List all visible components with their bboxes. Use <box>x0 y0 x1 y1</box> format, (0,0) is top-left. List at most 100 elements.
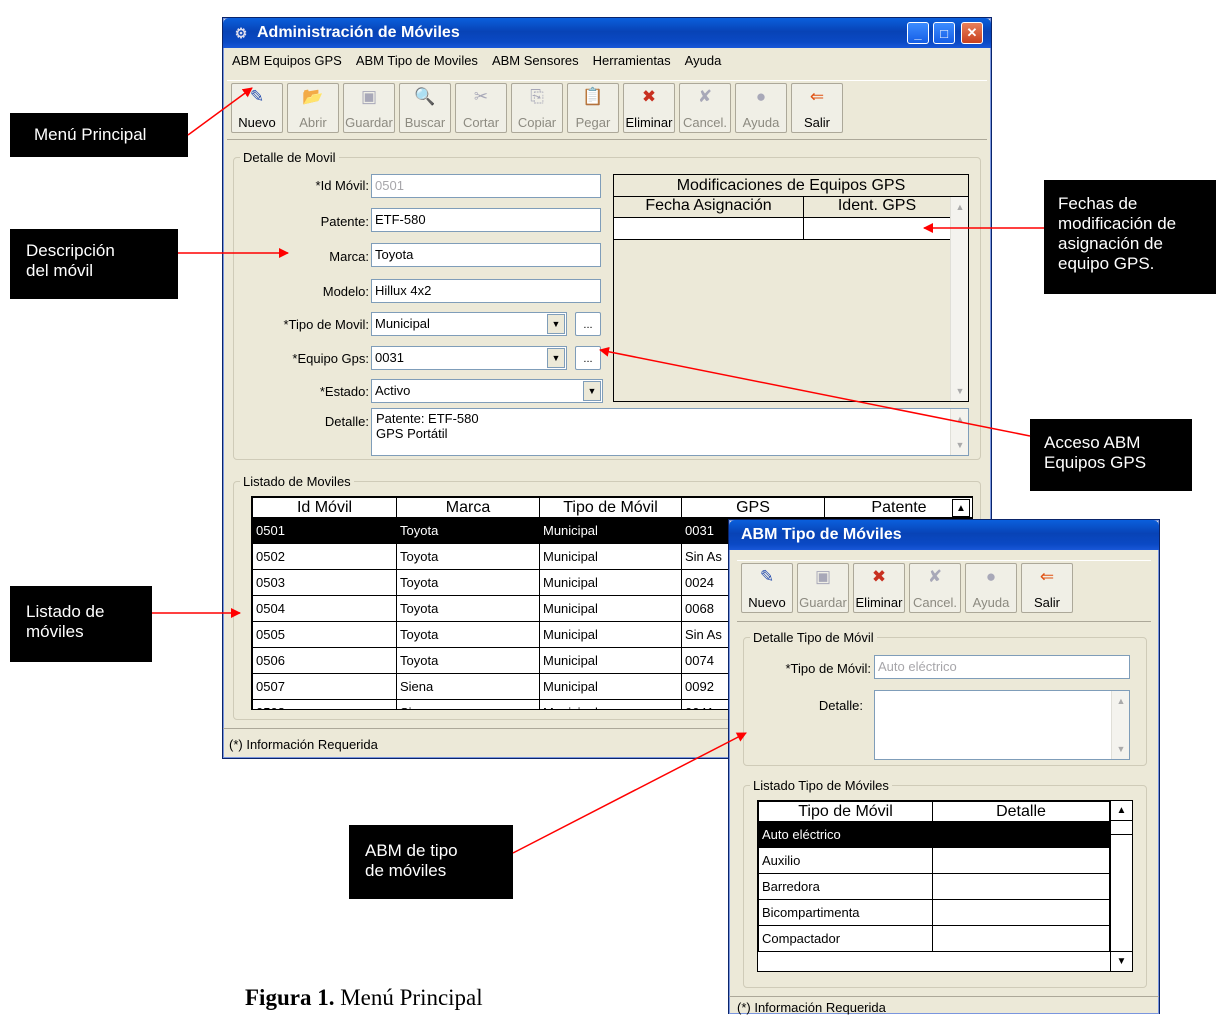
buscar-button[interactable]: 🔍 Buscar <box>399 83 451 133</box>
tipo-titlebar[interactable]: ABM Tipo de Móviles <box>729 520 1159 550</box>
scroll-down-icon[interactable]: ▼ <box>1113 741 1129 757</box>
guardar-button[interactable]: ▣ Guardar <box>797 563 849 613</box>
figure-caption: Figura 1. Menú Principal <box>245 985 483 1011</box>
chevron-down-icon[interactable]: ▼ <box>547 314 565 334</box>
equipo-gps-select[interactable]: 0031 ▼ <box>371 346 567 370</box>
marca-input[interactable]: Toyota <box>371 243 601 267</box>
modelo-input[interactable]: Hillux 4x2 <box>371 279 601 303</box>
menu-item-abm-tipo-de-moviles[interactable]: ABM Tipo de Moviles <box>349 53 485 68</box>
close-button[interactable]: ✕ <box>961 22 983 44</box>
gps-mods-row[interactable] <box>614 218 950 240</box>
id-movil-input[interactable]: 0501 <box>371 174 601 198</box>
paste-icon: 📋 <box>582 87 604 106</box>
table-row[interactable]: Barredora <box>758 873 1110 900</box>
col-ident-gps[interactable]: Ident. GPS <box>804 197 950 217</box>
callout-text: equipo GPS. <box>1058 254 1155 273</box>
column-header-tipo-de-movil[interactable]: Tipo de Móvil <box>758 801 933 822</box>
gps-mods-header: Fecha Asignación Ident. GPS <box>614 197 968 218</box>
minimize-button[interactable]: _ <box>907 22 929 44</box>
nuevo-button[interactable]: ✎ Nuevo <box>741 563 793 613</box>
eliminar-button[interactable]: ✖ Eliminar <box>623 83 675 133</box>
save-icon: ▣ <box>814 567 832 586</box>
chevron-down-icon[interactable]: ▼ <box>583 381 601 401</box>
caption-label: Figura 1. <box>245 985 335 1010</box>
tipo-window: ABM Tipo de Móviles ✎ Nuevo ▣ Guardar ✖ Elimi… <box>728 519 1160 1015</box>
eliminar-button[interactable]: ✖ Eliminar <box>853 563 905 613</box>
scroll-down-icon[interactable]: ▼ <box>952 437 968 453</box>
salir-button[interactable]: ⇐ Salir <box>1021 563 1073 613</box>
table-cell: Municipal <box>539 699 682 709</box>
col-fecha-asignacion[interactable]: Fecha Asignación <box>614 197 804 217</box>
toolbar-label: Ayuda <box>742 115 780 130</box>
menu-item-abm-equipos-gps[interactable]: ABM Equipos GPS <box>225 53 349 68</box>
column-header-id-movil[interactable]: Id Móvil <box>252 497 397 518</box>
menu-item-herramientas[interactable]: Herramientas <box>586 53 678 68</box>
tipo-detalle-textarea[interactable]: ▲ ▼ <box>874 690 1130 760</box>
ayuda-button[interactable]: ● Ayuda <box>735 83 787 133</box>
scroll-down-icon[interactable]: ▼ <box>1111 951 1132 971</box>
caption-text: Menú Principal <box>340 985 483 1010</box>
abrir-button[interactable]: 📂 Abrir <box>287 83 339 133</box>
detalle-label: Detalle: <box>324 414 369 429</box>
column-header-tipo-de-movil[interactable]: Tipo de Móvil <box>539 497 682 518</box>
cancel-button[interactable]: ✘ Cancel. <box>679 83 731 133</box>
pegar-button[interactable]: 📋 Pegar <box>567 83 619 133</box>
maximize-button[interactable]: □ <box>933 22 955 44</box>
table-cell: Municipal <box>539 595 682 622</box>
cortar-button[interactable]: ✂ Cortar <box>455 83 507 133</box>
chevron-down-icon[interactable]: ▼ <box>547 348 565 368</box>
copiar-button[interactable]: ⎘ Copiar <box>511 83 563 133</box>
ayuda-button[interactable]: ● Ayuda <box>965 563 1017 613</box>
table-cell: Toyota <box>396 595 540 622</box>
nuevo-button[interactable]: ✎ Nuevo <box>231 83 283 133</box>
tipo-movil-input[interactable]: Auto eléctrico <box>874 655 1130 679</box>
table-row[interactable]: Auxilio <box>758 847 1110 874</box>
table-cell <box>932 821 1110 848</box>
equipo-gps-label: *Equipo Gps: <box>292 351 369 366</box>
scroll-thumb[interactable] <box>1111 821 1132 835</box>
detalle-textarea[interactable]: Patente: ETF-580 GPS Portátil ▲ ▼ <box>371 408 969 456</box>
menu-item-ayuda[interactable]: Ayuda <box>678 53 729 68</box>
column-header-detalle[interactable]: Detalle <box>932 801 1110 822</box>
cancel-button[interactable]: ✘ Cancel. <box>909 563 961 613</box>
table-row[interactable]: Bicompartimenta <box>758 899 1110 926</box>
scroll-up-icon[interactable]: ▲ <box>952 199 968 215</box>
tipo-detalle-scrollbar[interactable]: ▲ ▼ <box>1111 691 1129 759</box>
equipo-gps-browse-button[interactable]: ... <box>575 346 601 370</box>
patente-input[interactable]: ETF-580 <box>371 208 601 232</box>
open-icon: 📂 <box>302 87 324 106</box>
menu-item-abm-sensores[interactable]: ABM Sensores <box>485 53 586 68</box>
scroll-up-icon[interactable]: ▲ <box>1113 693 1129 709</box>
scroll-up-icon[interactable]: ▲ <box>1111 801 1132 821</box>
tipo-movil-browse-button[interactable]: ... <box>575 312 601 336</box>
main-titlebar[interactable]: ⚙ Administración de Móviles _ □ ✕ <box>223 18 991 48</box>
new-icon: ✎ <box>249 87 265 106</box>
gps-mods-scrollbar[interactable]: ▲ ▼ <box>950 197 968 401</box>
delete-icon: ✖ <box>871 567 887 586</box>
moviles-scroll-up-icon[interactable]: ▲ <box>952 499 970 517</box>
tipo-scrollbar[interactable]: ▲ ▼ <box>1110 801 1132 971</box>
table-cell: 0502 <box>252 543 397 570</box>
tipo-movil-label: *Tipo de Movil: <box>283 317 370 332</box>
listado-tipo-legend: Listado Tipo de Móviles <box>753 778 889 793</box>
table-row[interactable]: Compactador <box>758 925 1110 952</box>
table-cell: Toyota <box>396 621 540 648</box>
estado-select[interactable]: Activo ▼ <box>371 379 603 403</box>
table-cell: Compactador <box>758 925 933 952</box>
column-header-marca[interactable]: Marca <box>396 497 540 518</box>
callout-descripcion: Descripción del móvil <box>10 229 178 299</box>
column-header-gps[interactable]: GPS <box>681 497 825 518</box>
detalle-scrollbar[interactable]: ▲ ▼ <box>950 409 968 455</box>
id-movil-label: *Id Móvil: <box>315 178 369 193</box>
scroll-down-icon[interactable]: ▼ <box>952 383 968 399</box>
table-row[interactable]: Auto eléctrico <box>758 821 1110 848</box>
table-cell: 0501 <box>252 517 397 544</box>
table-cell: Municipal <box>539 647 682 674</box>
scroll-up-icon[interactable]: ▲ <box>952 411 968 427</box>
salir-button[interactable]: ⇐ Salir <box>791 83 843 133</box>
column-header-patente[interactable]: Patente <box>824 497 972 518</box>
table-cell: Municipal <box>539 543 682 570</box>
save-icon: ▣ <box>360 87 378 106</box>
tipo-movil-select[interactable]: Municipal ▼ <box>371 312 567 336</box>
guardar-button[interactable]: ▣ Guardar <box>343 83 395 133</box>
